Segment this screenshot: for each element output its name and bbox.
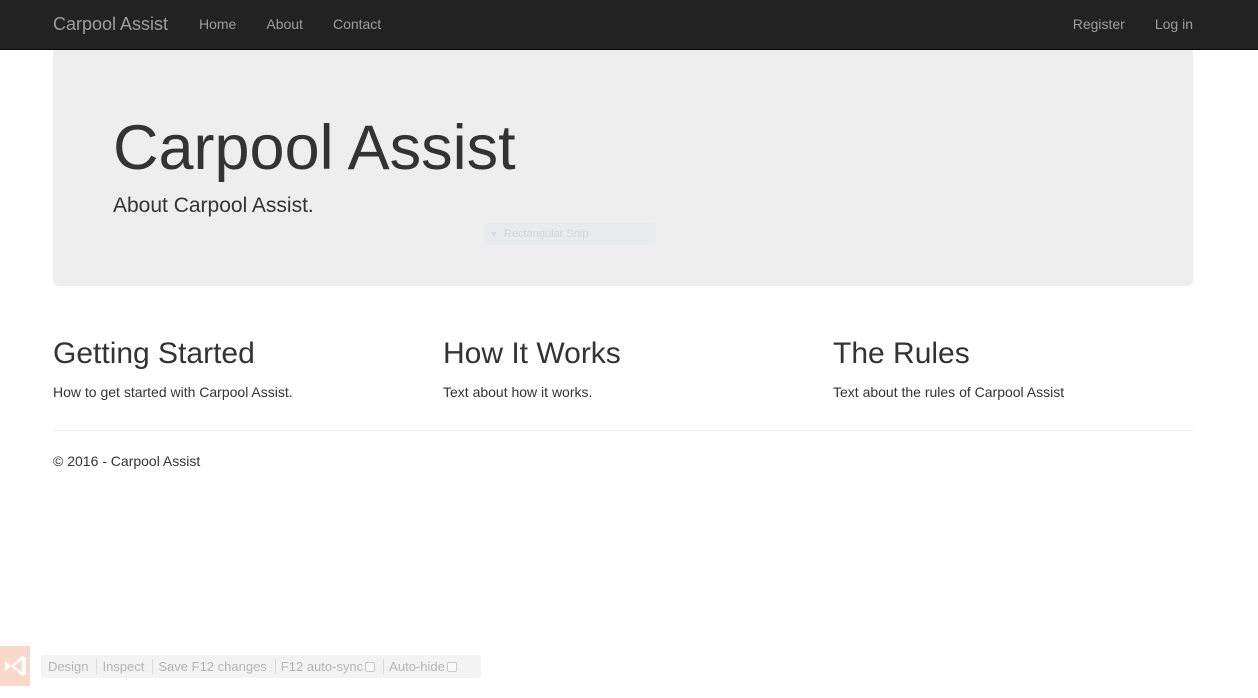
- nav-right: Register Log in: [1058, 0, 1208, 48]
- auto-hide-toggle[interactable]: Auto-hide: [384, 659, 465, 674]
- save-f12-changes-button[interactable]: Save F12 changes: [153, 659, 276, 674]
- column-heading: How It Works: [443, 337, 621, 370]
- inspect-button[interactable]: Inspect: [97, 659, 154, 674]
- page-title: Carpool Assist: [113, 113, 516, 183]
- browser-link-toolbar: Design Inspect Save F12 changes F12 auto…: [41, 655, 481, 678]
- jumbotron: Carpool Assist About Carpool Assist. ▼ R…: [53, 50, 1193, 286]
- column-how-it-works: How It Works Text about how it works.: [443, 336, 803, 402]
- column-heading: The Rules: [833, 337, 970, 370]
- nav-link-register[interactable]: Register: [1058, 0, 1140, 48]
- nav-link-login[interactable]: Log in: [1140, 0, 1208, 48]
- snip-mode-overlay[interactable]: ▼ Rectangular Snip: [484, 223, 656, 245]
- nav-link-home[interactable]: Home: [184, 0, 251, 48]
- brand-link[interactable]: Carpool Assist: [53, 13, 168, 35]
- visual-studio-logo: [5, 656, 26, 676]
- nav-link-contact[interactable]: Contact: [318, 0, 396, 48]
- column-text: Text about how it works.: [443, 384, 593, 400]
- nav-link-about[interactable]: About: [251, 0, 318, 48]
- snip-mode-label: Rectangular Snip: [504, 228, 589, 240]
- chevron-down-icon: ▼: [490, 229, 498, 239]
- f12-auto-sync-label: F12 auto-sync: [280, 659, 364, 674]
- nav-left: Home About Contact: [184, 0, 396, 48]
- f12-auto-sync-checkbox[interactable]: [365, 661, 376, 672]
- footer-divider: [53, 430, 1193, 431]
- visual-studio-icon[interactable]: [0, 646, 30, 686]
- auto-hide-checkbox[interactable]: [446, 661, 457, 672]
- column-the-rules: The Rules Text about the rules of Carpoo…: [833, 336, 1193, 402]
- footer-text: © 2016 - Carpool Assist: [53, 453, 201, 469]
- column-heading: Getting Started: [53, 337, 255, 370]
- column-text: Text about the rules of Carpool Assist: [833, 384, 1065, 400]
- navbar: Carpool Assist Home About Contact Regist…: [0, 0, 1258, 50]
- design-button[interactable]: Design: [43, 659, 98, 674]
- column-getting-started: Getting Started How to get started with …: [53, 336, 413, 402]
- auto-hide-label: Auto-hide: [389, 659, 445, 674]
- lead-text: About Carpool Assist.: [113, 194, 314, 217]
- column-text: How to get started with Carpool Assist.: [53, 384, 293, 400]
- f12-auto-sync-toggle[interactable]: F12 auto-sync: [276, 659, 385, 674]
